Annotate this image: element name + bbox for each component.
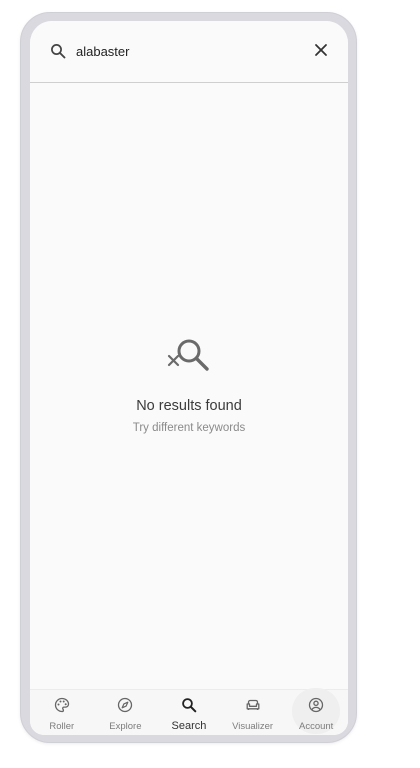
search-icon (50, 43, 66, 59)
search-input[interactable] (76, 41, 296, 61)
clear-search-button[interactable] (310, 41, 332, 63)
nav-item-visualizer[interactable]: Visualizer (221, 690, 285, 735)
nav-label-explore: Explore (109, 721, 142, 732)
search-bar (30, 21, 348, 83)
nav-label-search: Search (171, 720, 207, 732)
palette-icon (54, 697, 70, 718)
empty-state-title: No results found (136, 398, 242, 414)
empty-state: No results found Try different keywords (30, 336, 348, 434)
nav-item-explore[interactable]: Explore (94, 690, 158, 735)
nav-label-visualizer: Visualizer (232, 721, 274, 732)
nav-item-roller[interactable]: Roller (30, 690, 94, 735)
nav-label-roller: Roller (49, 721, 75, 732)
account-circle-icon (308, 697, 324, 718)
compass-icon (117, 697, 133, 718)
bottom-navigation: Roller Explore Search Visualizer Account (30, 688, 348, 735)
nav-item-search[interactable]: Search (157, 690, 221, 735)
sofa-icon (245, 697, 261, 718)
close-icon (314, 43, 328, 62)
empty-state-subtitle: Try different keywords (132, 422, 246, 434)
nav-item-account[interactable]: Account (284, 688, 348, 735)
search-off-icon (166, 336, 212, 378)
nav-label-account: Account (299, 721, 334, 732)
app-screen: No results found Try different keywords … (30, 21, 348, 735)
search-icon (181, 697, 197, 718)
